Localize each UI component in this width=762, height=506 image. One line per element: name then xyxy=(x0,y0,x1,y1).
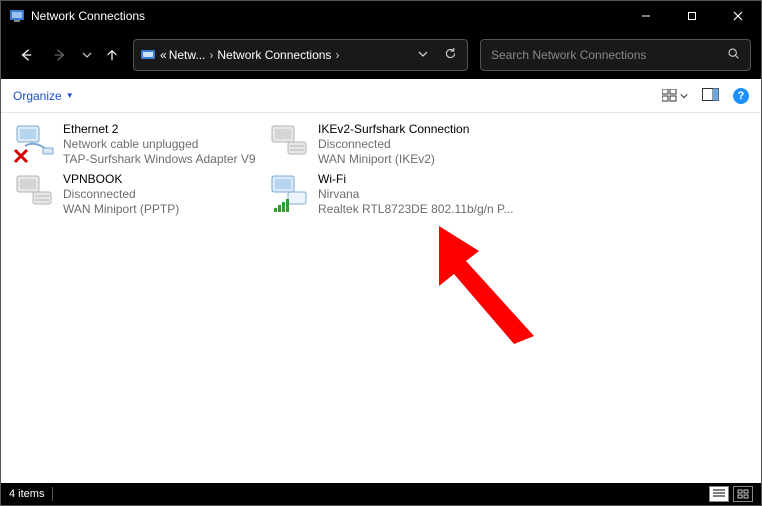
content: Ethernet 2 Network cable unplugged TAP-S… xyxy=(1,113,761,483)
organize-label: Organize xyxy=(13,89,62,103)
view-mode-button[interactable] xyxy=(662,89,688,102)
titlebar: Network Connections xyxy=(1,1,761,31)
navbar: « Netw...› Network Connections› xyxy=(1,31,761,79)
app-icon xyxy=(9,8,25,24)
close-button[interactable] xyxy=(715,1,761,31)
connection-status: Disconnected xyxy=(63,187,179,202)
connection-status: Disconnected xyxy=(318,137,469,152)
connection-name: VPNBOOK xyxy=(63,172,179,187)
item-count: 4 items xyxy=(9,488,44,500)
window: Network Connections xyxy=(0,0,762,506)
connection-status: Nirvana xyxy=(318,187,513,202)
connection-device: WAN Miniport (PPTP) xyxy=(63,202,179,216)
refresh-button[interactable] xyxy=(444,47,457,63)
location-icon xyxy=(140,47,156,63)
breadcrumb-prefix[interactable]: « xyxy=(160,48,167,62)
search-icon[interactable] xyxy=(727,47,740,63)
organize-button[interactable]: Organize ▼ xyxy=(13,89,74,103)
connection-item[interactable]: VPNBOOK Disconnected WAN Miniport (PPTP) xyxy=(9,169,264,219)
address-bar[interactable]: « Netw...› Network Connections› xyxy=(133,39,468,71)
help-button[interactable]: ? xyxy=(733,88,749,104)
breadcrumb-seg1[interactable]: Netw...› xyxy=(169,48,216,62)
address-dropdown-button[interactable] xyxy=(418,48,428,62)
toolbar: Organize ▼ ? xyxy=(1,79,761,113)
divider xyxy=(52,487,53,501)
window-title: Network Connections xyxy=(31,9,145,23)
connection-device: Realtek RTL8723DE 802.11b/g/n P... xyxy=(318,202,513,216)
adapter-icon xyxy=(268,122,312,166)
statusbar: 4 items xyxy=(1,483,761,505)
preview-pane-button[interactable] xyxy=(702,88,719,104)
details-view-button[interactable] xyxy=(709,486,729,502)
connection-item[interactable]: Ethernet 2 Network cable unplugged TAP-S… xyxy=(9,119,264,169)
adapter-icon xyxy=(13,122,57,166)
chevron-down-icon: ▼ xyxy=(66,91,74,100)
forward-button[interactable] xyxy=(45,40,75,70)
recent-locations-button[interactable] xyxy=(79,50,95,60)
up-button[interactable] xyxy=(99,40,125,70)
large-icons-view-button[interactable] xyxy=(733,486,753,502)
search-input[interactable] xyxy=(491,48,721,62)
connection-name: Wi-Fi xyxy=(318,172,513,187)
breadcrumb-seg2[interactable]: Network Connections› xyxy=(217,48,341,62)
connection-device: TAP-Surfshark Windows Adapter V9 xyxy=(63,152,256,166)
connection-name: IKEv2-Surfshark Connection xyxy=(318,122,469,137)
minimize-button[interactable] xyxy=(623,1,669,31)
back-button[interactable] xyxy=(11,40,41,70)
connection-item[interactable]: IKEv2-Surfshark Connection Disconnected … xyxy=(264,119,519,169)
connection-device: WAN Miniport (IKEv2) xyxy=(318,152,469,166)
adapter-icon xyxy=(268,172,312,216)
connection-status: Network cable unplugged xyxy=(63,137,256,152)
adapter-icon xyxy=(13,172,57,216)
breadcrumb: « Netw...› Network Connections› xyxy=(160,48,414,62)
connection-name: Ethernet 2 xyxy=(63,122,256,137)
connection-item[interactable]: Wi-Fi Nirvana Realtek RTL8723DE 802.11b/… xyxy=(264,169,519,219)
maximize-button[interactable] xyxy=(669,1,715,31)
search-bar[interactable] xyxy=(480,39,751,71)
